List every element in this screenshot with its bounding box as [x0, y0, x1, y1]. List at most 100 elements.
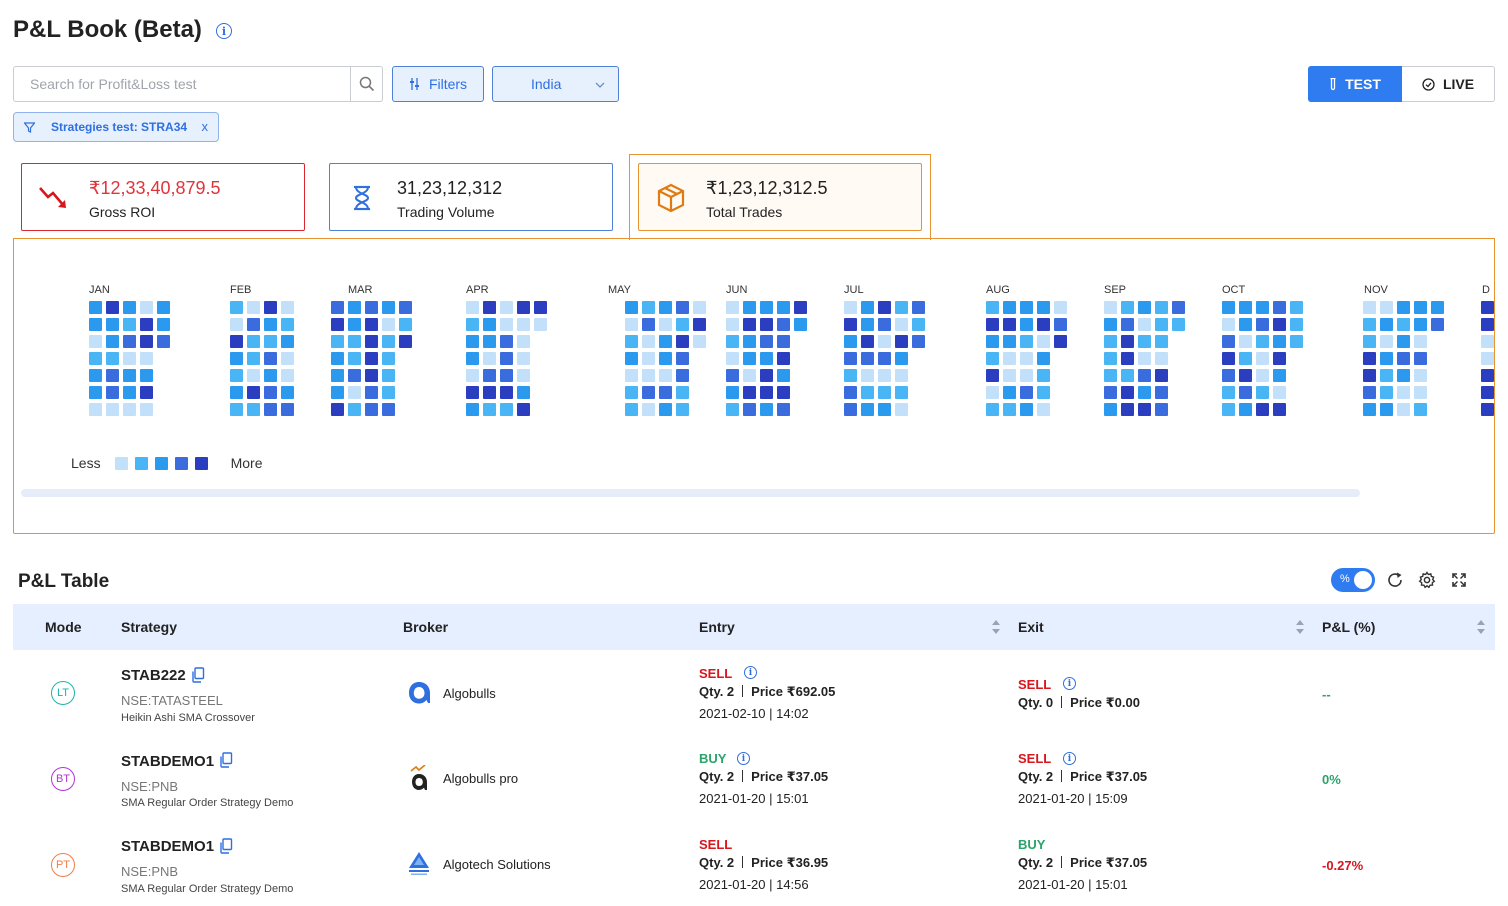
heatmap-day-cell[interactable] [517, 386, 530, 399]
copy-icon[interactable] [191, 667, 205, 683]
heatmap-day-cell[interactable] [1138, 352, 1151, 365]
heatmap-day-cell[interactable] [140, 335, 153, 348]
heatmap-day-cell[interactable] [726, 301, 739, 314]
heatmap-day-cell[interactable] [1363, 369, 1376, 382]
refresh-icon[interactable] [1386, 571, 1404, 589]
heatmap-day-cell[interactable] [1020, 369, 1033, 382]
heatmap-day-cell[interactable] [1273, 335, 1286, 348]
country-select[interactable]: India [492, 66, 619, 102]
heatmap-day-cell[interactable] [123, 386, 136, 399]
heatmap-day-cell[interactable] [500, 301, 513, 314]
heatmap-day-cell[interactable] [382, 386, 395, 399]
heatmap-day-cell[interactable] [247, 386, 260, 399]
heatmap-day-cell[interactable] [1481, 386, 1494, 399]
heatmap-day-cell[interactable] [844, 301, 857, 314]
heatmap-day-cell[interactable] [777, 335, 790, 348]
heatmap-day-cell[interactable] [895, 301, 908, 314]
heatmap-day-cell[interactable] [281, 352, 294, 365]
heatmap-day-cell[interactable] [1481, 403, 1494, 416]
heatmap-day-cell[interactable] [1155, 386, 1168, 399]
heatmap-day-cell[interactable] [1380, 318, 1393, 331]
heatmap-day-cell[interactable] [1239, 352, 1252, 365]
table-row[interactable]: PT STABDEMO1 NSE:PNB SMA Regular Order S… [13, 826, 1495, 906]
heatmap-day-cell[interactable] [1037, 403, 1050, 416]
heatmap-day-cell[interactable] [348, 369, 361, 382]
heatmap-day-cell[interactable] [483, 301, 496, 314]
heatmap-day-cell[interactable] [726, 335, 739, 348]
heatmap-day-cell[interactable] [1380, 301, 1393, 314]
sort-entry-icon[interactable] [991, 619, 1001, 635]
exit-info-icon[interactable]: i [1063, 677, 1076, 690]
exit-info-icon[interactable]: i [1063, 752, 1076, 765]
heatmap-day-cell[interactable] [230, 386, 243, 399]
heatmap-day-cell[interactable] [89, 403, 102, 416]
heatmap-day-cell[interactable] [517, 335, 530, 348]
kpi-total-trades[interactable]: ₹1,23,12,312.5 Total Trades [638, 163, 922, 231]
heatmap-day-cell[interactable] [247, 352, 260, 365]
heatmap-day-cell[interactable] [1155, 403, 1168, 416]
filters-button[interactable]: Filters [392, 66, 484, 102]
heatmap-day-cell[interactable] [382, 369, 395, 382]
search-button[interactable] [350, 67, 382, 101]
heatmap-day-cell[interactable] [1273, 386, 1286, 399]
heatmap-day-cell[interactable] [1256, 369, 1269, 382]
mode-test-button[interactable]: TEST [1308, 66, 1402, 102]
heatmap-day-cell[interactable] [912, 318, 925, 331]
heatmap-day-cell[interactable] [466, 352, 479, 365]
heatmap-day-cell[interactable] [466, 386, 479, 399]
heatmap-day-cell[interactable] [331, 352, 344, 365]
heatmap-day-cell[interactable] [1121, 318, 1134, 331]
heatmap-day-cell[interactable] [794, 301, 807, 314]
col-exit[interactable]: Exit [1018, 619, 1044, 635]
heatmap-day-cell[interactable] [500, 369, 513, 382]
heatmap-day-cell[interactable] [676, 369, 689, 382]
heatmap-day-cell[interactable] [517, 352, 530, 365]
heatmap-day-cell[interactable] [625, 386, 638, 399]
heatmap-day-cell[interactable] [247, 335, 260, 348]
heatmap-day-cell[interactable] [157, 335, 170, 348]
heatmap-day-cell[interactable] [1020, 352, 1033, 365]
heatmap-day-cell[interactable] [123, 369, 136, 382]
heatmap-day-cell[interactable] [466, 369, 479, 382]
heatmap-day-cell[interactable] [483, 352, 496, 365]
horizontal-scrollbar[interactable] [21, 489, 1360, 497]
heatmap-day-cell[interactable] [1104, 369, 1117, 382]
heatmap-day-cell[interactable] [986, 369, 999, 382]
heatmap-day-cell[interactable] [281, 369, 294, 382]
heatmap-day-cell[interactable] [1380, 403, 1393, 416]
heatmap-day-cell[interactable] [331, 369, 344, 382]
heatmap-day-cell[interactable] [1380, 335, 1393, 348]
heatmap-day-cell[interactable] [1104, 352, 1117, 365]
heatmap-day-cell[interactable] [743, 352, 756, 365]
heatmap-day-cell[interactable] [659, 301, 672, 314]
heatmap-day-cell[interactable] [1414, 301, 1427, 314]
heatmap-day-cell[interactable] [348, 318, 361, 331]
heatmap-day-cell[interactable] [912, 301, 925, 314]
heatmap-day-cell[interactable] [625, 369, 638, 382]
heatmap-day-cell[interactable] [123, 403, 136, 416]
heatmap-day-cell[interactable] [1138, 403, 1151, 416]
sort-exit-icon[interactable] [1295, 619, 1305, 635]
heatmap-day-cell[interactable] [659, 403, 672, 416]
heatmap-day-cell[interactable] [1003, 403, 1016, 416]
entry-info-icon[interactable]: i [744, 666, 757, 679]
heatmap-day-cell[interactable] [986, 403, 999, 416]
heatmap-day-cell[interactable] [140, 369, 153, 382]
settings-gear-icon[interactable] [1418, 571, 1436, 589]
filter-chip-close[interactable]: x [202, 119, 209, 134]
heatmap-day-cell[interactable] [1239, 403, 1252, 416]
heatmap-day-cell[interactable] [1397, 335, 1410, 348]
heatmap-day-cell[interactable] [861, 369, 874, 382]
col-entry[interactable]: Entry [699, 619, 735, 635]
heatmap-day-cell[interactable] [777, 352, 790, 365]
heatmap-day-cell[interactable] [365, 335, 378, 348]
heatmap-day-cell[interactable] [264, 335, 277, 348]
heatmap-day-cell[interactable] [1155, 369, 1168, 382]
heatmap-day-cell[interactable] [1273, 352, 1286, 365]
heatmap-day-cell[interactable] [844, 403, 857, 416]
heatmap-day-cell[interactable] [895, 386, 908, 399]
heatmap-day-cell[interactable] [1121, 403, 1134, 416]
heatmap-day-cell[interactable] [1239, 369, 1252, 382]
copy-icon[interactable] [219, 752, 233, 768]
heatmap-day-cell[interactable] [331, 403, 344, 416]
